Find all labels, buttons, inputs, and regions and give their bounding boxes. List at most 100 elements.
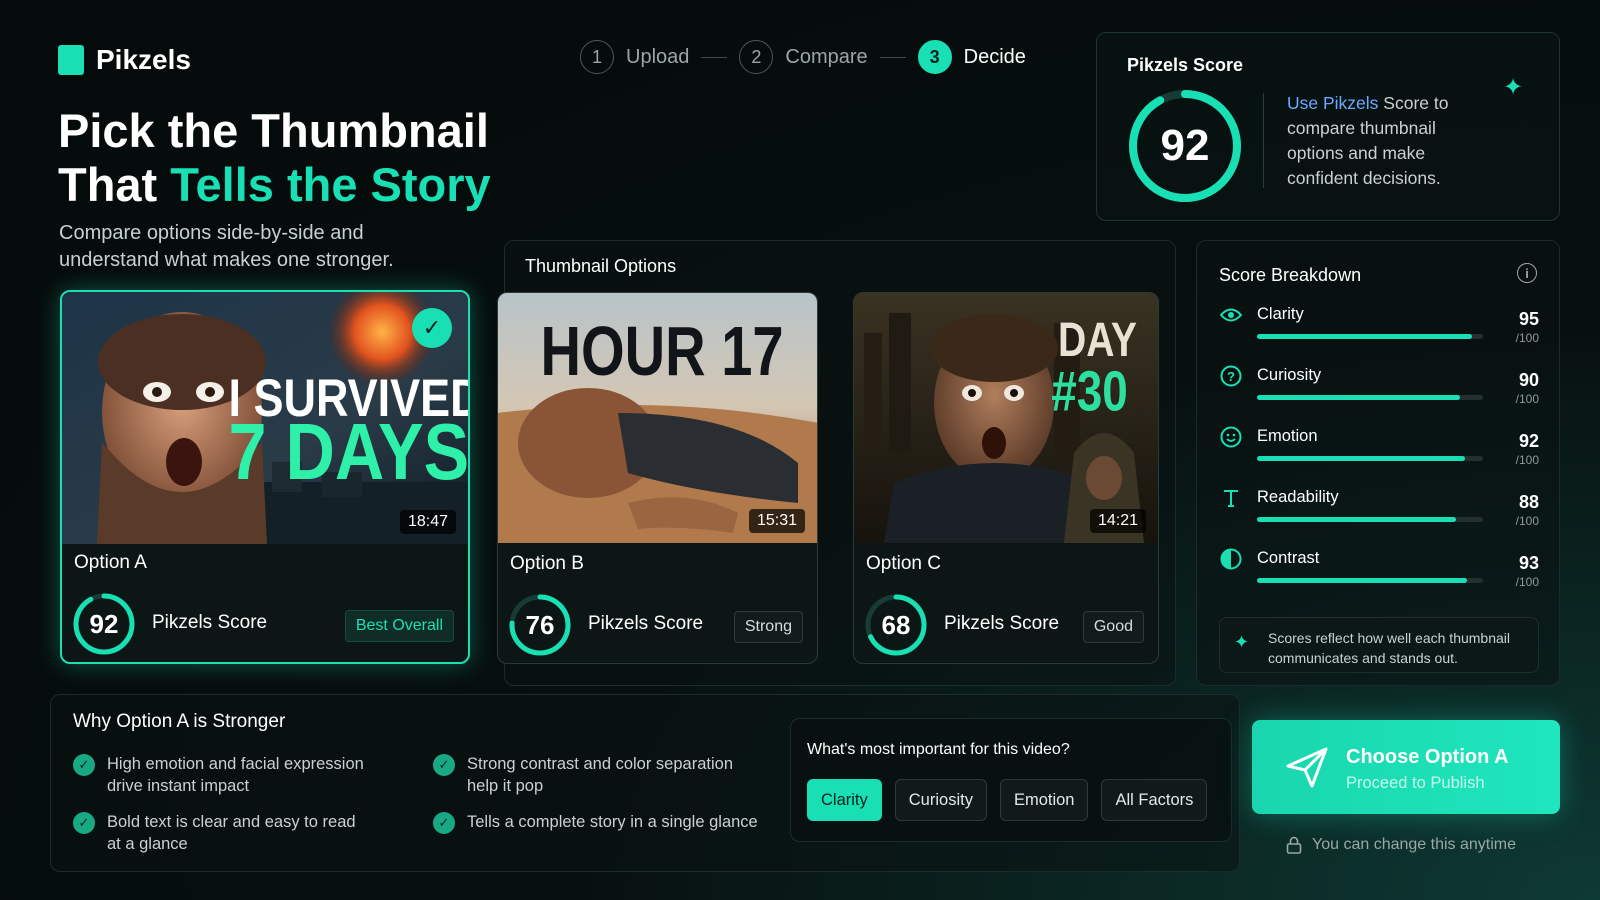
breakdown-value: 92 xyxy=(1518,431,1539,451)
page-title-accent: Tells the Story xyxy=(170,158,491,211)
option-card-a[interactable]: I SURVIVED 7 DAYS 18:47 ✓ Option A 92 Pi… xyxy=(60,290,470,664)
svg-text:#30: #30 xyxy=(1051,359,1128,423)
breakdown-max: /100 xyxy=(1515,575,1539,589)
step-number: 2 xyxy=(739,40,774,74)
chip-all-factors[interactable]: All Factors xyxy=(1101,779,1208,821)
eye-icon xyxy=(1219,303,1243,327)
divider xyxy=(1263,93,1264,188)
breakdown-row-clarity: Clarity 95 /100 xyxy=(1219,303,1539,353)
breakdown-note: ✦ Scores reflect how well each thumbnail… xyxy=(1219,617,1539,673)
brand-logo[interactable]: Pikzels xyxy=(58,44,191,76)
change-note: You can change this anytime xyxy=(1286,836,1516,854)
status-badge: Good xyxy=(1082,611,1144,643)
step-number: 3 xyxy=(917,40,952,74)
check-circle-icon: ✓ xyxy=(73,754,95,776)
breakdown-bar xyxy=(1257,334,1483,339)
breakdown-max: /100 xyxy=(1515,331,1539,345)
duration-badge: 15:31 xyxy=(748,509,805,533)
question-icon: ? xyxy=(1219,364,1243,388)
smile-icon xyxy=(1219,425,1243,449)
cta-subtitle: Proceed to Publish xyxy=(1346,774,1485,792)
option-name: Option A xyxy=(74,552,147,573)
breakdown-value: 88 xyxy=(1518,492,1539,512)
step-decide[interactable]: 3 Decide xyxy=(917,40,1026,74)
page-title-line2: That Tells the Story xyxy=(58,158,491,211)
check-icon: ✓ xyxy=(412,308,452,348)
check-circle-icon: ✓ xyxy=(433,812,455,834)
stepper: 1 Upload 2 Compare 3 Decide xyxy=(580,40,1026,74)
list-item: ✓ Bold text is clear and easy to read at… xyxy=(73,811,363,855)
why-title: Why Option A is Stronger xyxy=(73,711,286,732)
breakdown-row-curiosity: ? Curiosity 90 /100 xyxy=(1219,364,1539,414)
option-name: Option B xyxy=(510,553,584,574)
check-circle-icon: ✓ xyxy=(433,754,455,776)
chip-curiosity[interactable]: Curiosity xyxy=(894,779,987,821)
option-score-label: Pikzels Score xyxy=(152,612,268,633)
step-upload[interactable]: 1 Upload xyxy=(580,40,689,74)
breakdown-value: 90 xyxy=(1518,370,1539,390)
list-item: ✓ High emotion and facial expression dri… xyxy=(73,753,403,797)
breakdown-max: /100 xyxy=(1515,514,1539,528)
option-name: Option C xyxy=(866,553,941,574)
svg-text:?: ? xyxy=(1227,369,1235,384)
option-score-label: Pikzels Score xyxy=(944,613,1060,634)
chip-clarity[interactable]: Clarity xyxy=(807,779,882,821)
list-item: ✓ Strong contrast and color separation h… xyxy=(433,753,763,797)
choose-option-button[interactable]: Choose Option A Proceed to Publish xyxy=(1252,720,1560,814)
options-title: Thumbnail Options xyxy=(525,256,677,276)
info-icon[interactable]: i xyxy=(1517,263,1537,283)
breakdown-bar xyxy=(1257,395,1483,400)
breakdown-value: 95 xyxy=(1518,309,1539,329)
breakdown-max: /100 xyxy=(1515,392,1539,406)
contrast-icon xyxy=(1219,547,1243,571)
thumbnail-image-b: HOUR 17 15:31 xyxy=(498,293,817,543)
lock-icon xyxy=(1286,836,1302,854)
option-score-value: 76 xyxy=(525,609,555,640)
list-item: ✓ Tells a complete story in a single gla… xyxy=(433,811,773,834)
text-icon xyxy=(1219,486,1243,510)
cta-title: Choose Option A xyxy=(1346,746,1509,768)
chip-emotion[interactable]: Emotion xyxy=(999,779,1089,821)
svg-text:HOUR 17: HOUR 17 xyxy=(541,313,784,390)
step-divider xyxy=(879,56,906,58)
breakdown-bar xyxy=(1257,456,1483,461)
page-title-line1: Pick the Thumbnail xyxy=(58,104,489,157)
breakdown-label: Emotion xyxy=(1257,427,1318,445)
option-score-value: 92 xyxy=(89,608,119,639)
score-card-title: Pikzels Score xyxy=(1127,55,1244,75)
duration-badge: 18:47 xyxy=(399,510,456,534)
logo-icon xyxy=(58,45,84,75)
page-title: Pick the Thumbnail That Tells the Story xyxy=(58,104,491,212)
breakdown-row-readability: Readability 88 /100 xyxy=(1219,486,1539,536)
status-badge: Strong xyxy=(733,611,803,643)
duration-badge: 14:21 xyxy=(1089,509,1146,533)
svg-text:7 DAYS: 7 DAYS xyxy=(229,407,469,496)
sparkle-icon: ✦ xyxy=(1503,74,1524,101)
brand-name: Pikzels xyxy=(96,44,191,75)
page-subtitle: Compare options side-by-side and underst… xyxy=(59,222,394,271)
step-label: Decide xyxy=(963,45,1026,68)
option-card-b[interactable]: HOUR 17 15:31 Option B 76 Pikzels Score … xyxy=(497,292,818,664)
score-link[interactable]: Use Pikzels xyxy=(1287,93,1378,113)
thumbnail-image-a: I SURVIVED 7 DAYS 18:47 ✓ xyxy=(62,292,468,544)
breakdown-row-contrast: Contrast 93 /100 xyxy=(1219,547,1539,597)
option-card-c[interactable]: DAY #30 14:21 Option C 68 Pikzels Score … xyxy=(853,292,1159,664)
score-value: 92 xyxy=(1160,121,1210,170)
breakdown-row-emotion: Emotion 92 /100 xyxy=(1219,425,1539,475)
breakdown-bar xyxy=(1257,517,1483,522)
step-number: 1 xyxy=(580,40,614,74)
breakdown-label: Clarity xyxy=(1257,305,1304,323)
priority-question: What's most important for this video? xyxy=(807,741,1070,758)
breakdown-label: Readability xyxy=(1257,488,1339,506)
breakdown-label: Contrast xyxy=(1257,549,1320,567)
send-icon xyxy=(1286,747,1328,788)
step-compare[interactable]: 2 Compare xyxy=(739,40,868,74)
breakdown-max: /100 xyxy=(1515,453,1539,467)
breakdown-label: Curiosity xyxy=(1257,366,1322,384)
step-divider xyxy=(701,56,728,58)
option-score-value: 68 xyxy=(881,609,911,640)
step-label: Upload xyxy=(626,45,690,68)
sparkle-icon: ✦ xyxy=(1234,632,1250,652)
thumbnail-image-c: DAY #30 14:21 xyxy=(854,293,1158,543)
status-badge: Best Overall xyxy=(344,610,454,642)
